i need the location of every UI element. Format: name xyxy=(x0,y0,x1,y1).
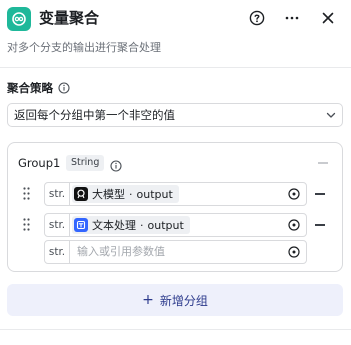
remove-variable-button[interactable] xyxy=(315,188,327,200)
more-horizontal-icon xyxy=(285,16,299,20)
add-group-label: 新增分组 xyxy=(159,293,208,308)
group-name[interactable]: Group1 xyxy=(18,155,60,171)
reference-separator: · xyxy=(140,218,144,232)
page-title: 变量聚合 xyxy=(39,9,100,27)
type-tag: str. xyxy=(45,241,70,263)
variable-input[interactable]: str. 大模型 · output xyxy=(44,182,307,206)
remove-variable-button[interactable] xyxy=(315,219,327,231)
minus-icon xyxy=(318,162,328,164)
chevron-down-icon xyxy=(326,112,336,118)
close-icon xyxy=(322,12,334,24)
question-circle-icon xyxy=(249,10,265,26)
close-button[interactable] xyxy=(317,7,339,29)
type-badge: String xyxy=(66,155,105,171)
variable-row-empty: str. 输入或引用参数值 xyxy=(8,240,344,264)
divider xyxy=(0,329,351,330)
reference-field: output xyxy=(136,187,173,201)
page-subtitle: 对多个分支的输出进行聚合处理 xyxy=(7,41,161,54)
minus-icon xyxy=(315,224,325,226)
variable-picker-icon[interactable] xyxy=(288,188,300,200)
variable-input-placeholder: 输入或引用参数值 xyxy=(77,245,165,258)
minus-icon xyxy=(315,193,325,195)
reference-chip[interactable]: 大模型 · output xyxy=(72,185,179,203)
add-group-button[interactable]: + 新增分组 xyxy=(7,284,343,316)
drag-handle-icon[interactable] xyxy=(23,218,30,231)
reference-chip[interactable]: 文本处理 · output xyxy=(72,216,190,234)
variable-input[interactable]: str. 输入或引用参数值 xyxy=(44,240,307,264)
type-tag: str. xyxy=(45,214,70,236)
reference-source: 文本处理 xyxy=(92,219,136,232)
strategy-label-text: 聚合策略 xyxy=(7,81,53,95)
more-button[interactable] xyxy=(281,7,303,29)
variable-input[interactable]: str. 文本处理 · output xyxy=(44,213,307,237)
reference-source: 大模型 xyxy=(92,188,125,201)
variable-aggregate-icon xyxy=(7,7,31,31)
strategy-select-value: 返回每个分组中第一个非空的值 xyxy=(14,108,175,122)
strategy-select[interactable]: 返回每个分组中第一个非空的值 xyxy=(7,103,343,127)
variable-row: str. 大模型 · output xyxy=(8,182,344,206)
remove-group-button[interactable] xyxy=(318,155,330,171)
reference-field: output xyxy=(147,218,184,232)
variable-row: str. 文本处理 · output xyxy=(8,213,344,237)
plus-icon: + xyxy=(142,292,154,308)
group-card: Group1 String str. 大模型 · output str. 文本处… xyxy=(7,142,343,272)
variable-picker-icon[interactable] xyxy=(288,219,300,231)
info-icon[interactable] xyxy=(58,82,70,94)
reference-separator: · xyxy=(129,187,133,201)
help-button[interactable] xyxy=(246,7,268,29)
llm-icon xyxy=(74,187,88,201)
divider xyxy=(0,67,351,68)
drag-handle-icon[interactable] xyxy=(23,187,30,200)
info-icon[interactable] xyxy=(110,157,122,176)
text-process-icon xyxy=(74,218,88,232)
panel-header: 变量聚合 xyxy=(0,0,351,36)
strategy-label: 聚合策略 xyxy=(7,80,70,96)
variable-picker-icon[interactable] xyxy=(288,246,300,258)
type-tag: str. xyxy=(45,183,70,205)
